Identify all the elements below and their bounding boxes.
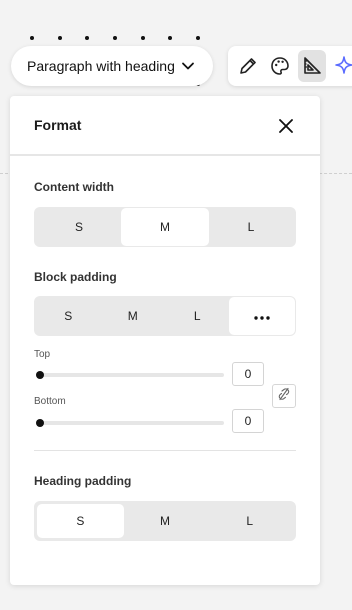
palette-icon[interactable] [266,50,294,82]
padding-top-slider-thumb[interactable] [36,371,44,379]
block-padding-selector: S M L [34,296,296,336]
ruler-triangle-icon[interactable] [298,50,326,82]
block-padding-option-m[interactable]: M [101,298,166,334]
panel-title: Format [34,117,82,133]
pencil-icon[interactable] [234,50,262,82]
heading-padding-selector: S M L [34,501,296,541]
content-width-option-s[interactable]: S [36,209,122,245]
content-width-option-m[interactable]: M [122,209,208,245]
unlink-icon [277,387,291,406]
block-type-label: Paragraph with heading [27,58,175,74]
format-panel-header: Format [10,96,320,156]
section-divider [34,450,296,451]
block-toolbar [228,46,352,86]
heading-padding-label: Heading padding [34,474,132,488]
block-padding-option-l[interactable]: L [165,298,230,334]
padding-bottom-label: Bottom [34,396,66,407]
heading-padding-option-m[interactable]: M [123,505,208,537]
sparkle-icon[interactable] [330,50,352,82]
padding-bottom-input[interactable]: 0 [232,409,264,433]
link-padding-button[interactable] [272,384,296,408]
padding-top-input[interactable]: 0 [232,362,264,386]
block-padding-option-s[interactable]: S [36,298,101,334]
format-panel: Format Content width S M L Block padding… [10,96,320,585]
content-width-selector: S M L [34,207,296,247]
chevron-down-icon [181,59,195,76]
heading-padding-option-l[interactable]: L [207,505,292,537]
padding-bottom-slider[interactable] [36,419,224,427]
block-type-dropdown[interactable]: Paragraph with heading [11,46,213,86]
padding-bottom-slider-thumb[interactable] [36,419,44,427]
more-horizontal-icon [254,309,270,323]
content-width-label: Content width [34,180,114,194]
block-padding-label: Block padding [34,270,117,284]
heading-padding-option-s[interactable]: S [38,505,123,537]
close-icon[interactable] [278,118,294,134]
padding-top-slider[interactable] [36,371,224,379]
content-width-option-l[interactable]: L [208,209,294,245]
padding-top-label: Top [34,349,51,360]
block-padding-option-custom[interactable] [229,298,294,334]
